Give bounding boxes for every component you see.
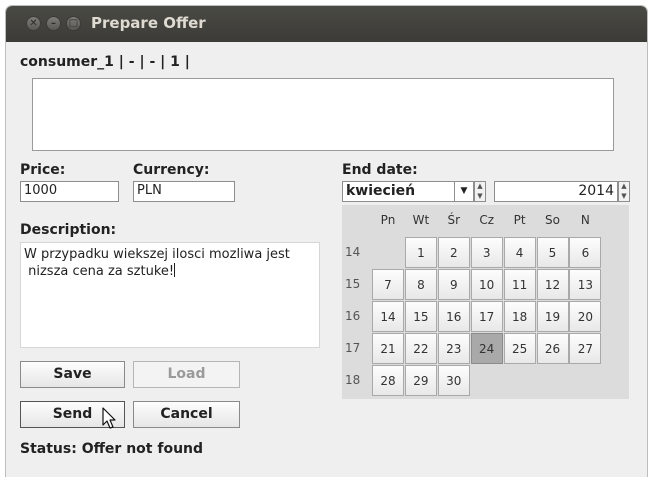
calendar-day[interactable]: 18 — [503, 301, 536, 332]
currency-label: Currency: — [133, 162, 210, 178]
price-label: Price: — [20, 162, 66, 178]
year-spinner[interactable]: ▲ ▼ — [618, 181, 630, 202]
month-spinner[interactable]: ▲ ▼ — [474, 181, 486, 202]
calendar-day[interactable]: 26 — [536, 333, 569, 364]
calendar-day[interactable]: 9 — [437, 269, 470, 300]
calendar-day[interactable]: 5 — [536, 237, 569, 268]
calendar-day[interactable]: 15 — [404, 301, 437, 332]
calendar-day[interactable]: 23 — [437, 333, 470, 364]
calendar-day[interactable]: 2 — [437, 237, 470, 268]
description-text: W przypadku wiekszej ilosci mozliwa jest… — [24, 247, 290, 279]
week-number: 14 — [345, 245, 361, 259]
weekday-header: Wt — [412, 213, 430, 227]
message-textarea[interactable] — [32, 78, 614, 151]
save-button[interactable]: Save — [20, 361, 125, 388]
calendar-day[interactable]: 19 — [536, 301, 569, 332]
month-value: kwiecień — [346, 183, 416, 199]
minimize-icon[interactable]: – — [46, 16, 61, 31]
window-title: Prepare Offer — [91, 14, 206, 32]
spinner-up-icon[interactable]: ▲ — [619, 182, 629, 192]
calendar-day[interactable]: 27 — [569, 333, 602, 364]
weekday-header: So — [545, 213, 560, 227]
title-bar: ✕ – □ Prepare Offer — [6, 6, 647, 42]
close-icon[interactable]: ✕ — [26, 16, 41, 31]
text-caret — [174, 263, 176, 277]
calendar-day[interactable]: 29 — [404, 365, 437, 396]
calendar-day[interactable]: 28 — [372, 365, 404, 396]
calendar-day[interactable]: 7 — [372, 269, 404, 300]
currency-input[interactable]: PLN — [133, 181, 235, 202]
calendar-day[interactable]: 8 — [404, 269, 437, 300]
calendar-day[interactable]: 14 — [372, 301, 404, 332]
calendar-day[interactable]: 21 — [372, 333, 404, 364]
calendar-day[interactable]: 13 — [569, 269, 602, 300]
calendar-day[interactable]: 24 — [470, 333, 503, 364]
calendar-day[interactable]: 16 — [437, 301, 470, 332]
spinner-up-icon[interactable]: ▲ — [475, 182, 485, 192]
chevron-down-icon[interactable]: ▼ — [454, 182, 473, 201]
price-input[interactable]: 1000 — [20, 181, 119, 202]
calendar-day[interactable]: 3 — [470, 237, 503, 268]
year-input[interactable]: 2014 — [494, 181, 618, 202]
calendar-day[interactable]: 20 — [569, 301, 602, 332]
consumer-info-label: consumer_1 | - | - | 1 | — [20, 54, 190, 70]
calendar-day[interactable]: 10 — [470, 269, 503, 300]
week-number: 15 — [345, 277, 361, 291]
calendar-grid: Pn Wt Śr Cz Pt So N 14 1 2 3 4 5 6 15 7 8 9 10 11 12 13 16 14 15… — [342, 205, 629, 399]
week-number: 18 — [345, 373, 361, 387]
mouse-pointer-icon — [102, 407, 116, 429]
spinner-down-icon[interactable]: ▼ — [475, 192, 485, 202]
calendar-day[interactable]: 17 — [470, 301, 503, 332]
spinner-down-icon[interactable]: ▼ — [619, 192, 629, 202]
week-number: 17 — [345, 341, 361, 355]
description-textarea[interactable]: W przypadku wiekszej ilosci mozliwa jest… — [20, 242, 320, 348]
send-button-label: Send — [52, 406, 93, 422]
calendar-day[interactable]: 25 — [503, 333, 536, 364]
calendar-day[interactable]: 4 — [503, 237, 536, 268]
calendar-day[interactable]: 30 — [437, 365, 470, 396]
calendar-day[interactable]: 11 — [503, 269, 536, 300]
week-number: 16 — [345, 309, 361, 323]
calendar-day[interactable]: 1 — [404, 237, 437, 268]
calendar-day[interactable]: 22 — [404, 333, 437, 364]
calendar-day[interactable]: 12 — [536, 269, 569, 300]
end-date-label: End date: — [342, 162, 418, 178]
status-text: Status: Offer not found — [20, 441, 204, 457]
maximize-icon[interactable]: □ — [66, 16, 81, 31]
description-label: Description: — [20, 222, 117, 238]
weekday-header: Pn — [380, 213, 396, 227]
weekday-header: Pt — [513, 213, 526, 227]
month-select[interactable]: kwiecień ▼ — [342, 181, 474, 202]
weekday-header: N — [580, 213, 590, 227]
prepare-offer-window: ✕ – □ Prepare Offer consumer_1 | - | - |… — [6, 6, 647, 477]
load-button[interactable]: Load — [133, 361, 240, 388]
weekday-header: Śr — [447, 213, 461, 227]
weekday-header: Cz — [479, 213, 495, 227]
cancel-button[interactable]: Cancel — [133, 401, 240, 428]
calendar-day[interactable]: 6 — [569, 237, 602, 268]
